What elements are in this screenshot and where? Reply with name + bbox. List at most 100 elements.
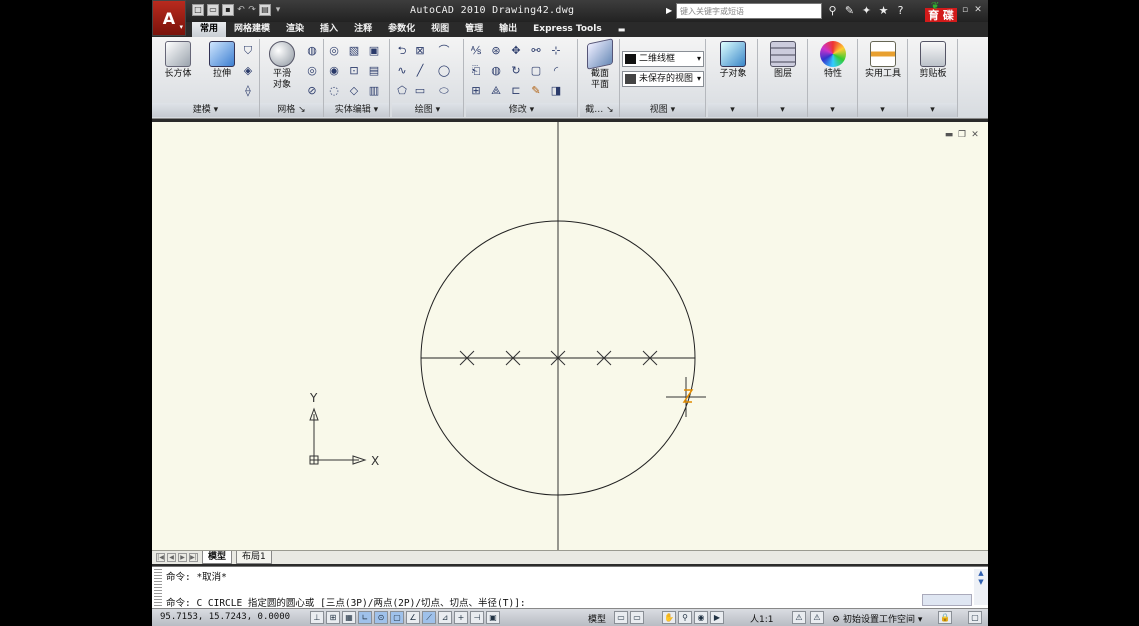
tools-icon[interactable]: ✦ bbox=[860, 4, 873, 17]
visual-style-select[interactable]: 二维线框 ▾ bbox=[622, 51, 704, 67]
offset-icon[interactable]: ▢ bbox=[528, 63, 544, 79]
help-icon[interactable]: ? bbox=[894, 4, 907, 17]
line-icon[interactable]: ╱ bbox=[412, 63, 428, 79]
annotation-visibility-icon[interactable]: ⚠ bbox=[792, 611, 806, 624]
layout-view2-icon[interactable]: ▭ bbox=[630, 611, 644, 624]
steering-wheel-icon[interactable]: ◉ bbox=[694, 611, 708, 624]
panel-view-label[interactable]: 视图 ▾ bbox=[620, 103, 705, 117]
panel-clipboard-dropdown[interactable]: ▾ bbox=[908, 103, 957, 117]
copy-icon[interactable]: ⚯ bbox=[528, 43, 544, 59]
clean-screen-icon[interactable]: ▢ bbox=[968, 611, 982, 624]
close-window-icon[interactable]: ✕ bbox=[973, 4, 983, 16]
extrude-faces-icon[interactable]: ▣ bbox=[366, 43, 382, 59]
tab-annotate[interactable]: 注释 bbox=[346, 22, 380, 37]
search-expand-icon[interactable]: ▶ bbox=[666, 4, 675, 18]
smooth-object-button[interactable]: 平滑 对象 bbox=[262, 41, 302, 91]
tab-insert[interactable]: 插入 bbox=[312, 22, 346, 37]
scale-icon[interactable]: ⟁ bbox=[488, 83, 504, 99]
panel-modeling-label[interactable]: 建模 ▾ bbox=[152, 103, 259, 117]
infer-constraints-icon[interactable]: ⊥ bbox=[310, 611, 324, 624]
tab-mesh-modeling[interactable]: 网格建模 bbox=[226, 22, 278, 37]
command-scrollbar[interactable]: ▲ ▼ bbox=[974, 569, 988, 605]
stretch-icon[interactable]: ⊏ bbox=[508, 83, 524, 99]
move-icon[interactable]: ✥ bbox=[508, 43, 524, 59]
panel-modify-label[interactable]: 修改 ▾ bbox=[466, 103, 577, 117]
grid-display-icon[interactable]: ▦ bbox=[342, 611, 356, 624]
panel-mesh-label[interactable]: 网格 ↘ bbox=[260, 103, 323, 117]
slice-icon[interactable]: ◇ bbox=[346, 83, 362, 99]
lock-ui-icon[interactable]: 🔒 bbox=[938, 611, 952, 624]
application-menu-button[interactable]: A ▾ bbox=[152, 0, 186, 36]
mesh-crease-icon[interactable]: ⊘ bbox=[304, 83, 320, 99]
box-button[interactable]: 长方体 bbox=[158, 41, 198, 80]
tab-express-tools[interactable]: Express Tools bbox=[525, 22, 610, 37]
3d-move-icon[interactable]: ⅍ bbox=[468, 43, 484, 59]
minimize-ribbon-icon[interactable]: ▬ bbox=[610, 22, 634, 37]
object-snap-tracking-icon[interactable]: ⟋ bbox=[422, 611, 436, 624]
polar-tracking-icon[interactable]: ⊙ bbox=[374, 611, 388, 624]
tab-parametric[interactable]: 参数化 bbox=[380, 22, 423, 37]
tab-manage[interactable]: 管理 bbox=[457, 22, 491, 37]
pan-icon[interactable]: ✋ bbox=[662, 611, 676, 624]
layers-button[interactable]: 图层 bbox=[763, 41, 803, 80]
restore-window-icon[interactable]: ▫ bbox=[960, 4, 970, 16]
panel-properties-dropdown[interactable]: ▾ bbox=[808, 103, 857, 117]
prev-layout-icon[interactable]: ◀ bbox=[167, 553, 176, 562]
utilities-button[interactable]: 实用工具 bbox=[863, 41, 903, 80]
union-icon[interactable]: ◎ bbox=[326, 43, 342, 59]
open-file-icon[interactable]: ▭ bbox=[207, 4, 219, 16]
clipboard-button[interactable]: 剪贴板 bbox=[913, 41, 953, 80]
panel-utilities-dropdown[interactable]: ▾ bbox=[858, 103, 907, 117]
tab-output[interactable]: 输出 bbox=[491, 22, 525, 37]
ortho-mode-icon[interactable]: ∟ bbox=[358, 611, 372, 624]
intersect-icon[interactable]: ◌ bbox=[326, 83, 342, 99]
subobject-button[interactable]: 子对象 bbox=[713, 41, 753, 80]
command-prompt[interactable]: 命令: C CIRCLE 指定圆的圆心或 [三点(3P)/两点(2P)/切点、切… bbox=[166, 595, 526, 609]
snap-mode-icon[interactable]: ⊞ bbox=[326, 611, 340, 624]
tab-render[interactable]: 渲染 bbox=[278, 22, 312, 37]
scroll-up-icon[interactable]: ▲ bbox=[974, 569, 988, 578]
layout-view-icon[interactable]: ▭ bbox=[614, 611, 628, 624]
rectangle-icon[interactable]: ▭ bbox=[412, 83, 428, 99]
extract-edges-icon[interactable]: ▧ bbox=[346, 43, 362, 59]
subtract-icon[interactable]: ◉ bbox=[326, 63, 342, 79]
explode-icon[interactable]: ◨ bbox=[548, 83, 564, 99]
erase-icon[interactable]: ✎ bbox=[528, 83, 544, 99]
undo-icon[interactable]: ↶ bbox=[237, 4, 245, 16]
tab-home[interactable]: 常用 bbox=[192, 22, 227, 37]
redo-icon[interactable]: ↷ bbox=[248, 4, 256, 16]
object-snap-icon[interactable]: ▢ bbox=[390, 611, 404, 624]
rotate-icon[interactable]: ↻ bbox=[508, 63, 524, 79]
properties-button[interactable]: 特性 bbox=[813, 41, 853, 80]
first-layout-icon[interactable]: |◀ bbox=[156, 553, 165, 562]
quick-properties-icon[interactable]: ▣ bbox=[486, 611, 500, 624]
drawing-canvas[interactable]: ▬ ❐ ✕ X Y bbox=[152, 122, 988, 550]
model-space-toggle[interactable]: 模型 bbox=[588, 612, 606, 625]
panel-section-label[interactable]: 截… ↘ bbox=[580, 103, 619, 117]
polyline-icon[interactable]: ⮌ bbox=[394, 43, 410, 59]
new-file-icon[interactable]: □ bbox=[192, 4, 204, 16]
coordinates-readout[interactable]: 95.7153, 15.7243, 0.0000 bbox=[160, 612, 290, 622]
mesh-refine-icon[interactable]: ◎ bbox=[304, 63, 320, 79]
3d-object-snap-icon[interactable]: ∠ bbox=[406, 611, 420, 624]
panel-draw-label[interactable]: 绘图 ▾ bbox=[392, 103, 463, 117]
print-icon[interactable]: ▤ bbox=[259, 4, 271, 16]
command-line-grip[interactable] bbox=[154, 569, 162, 607]
zoom-icon[interactable]: ⚲ bbox=[678, 611, 692, 624]
lineweight-icon[interactable]: ⊣ bbox=[470, 611, 484, 624]
polygon-icon[interactable]: ⬠ bbox=[394, 83, 410, 99]
annotation-scale-select[interactable]: 人1:1 bbox=[750, 612, 774, 625]
tab-layout1[interactable]: 布局1 bbox=[236, 551, 272, 564]
extrude-button[interactable]: 拉伸 bbox=[202, 41, 242, 80]
panel-layers-dropdown[interactable]: ▾ bbox=[758, 103, 807, 117]
tab-model[interactable]: 模型 bbox=[202, 551, 233, 564]
3d-mirror-icon[interactable]: ⊞ bbox=[468, 83, 484, 99]
circle-icon[interactable]: ◯ bbox=[436, 63, 452, 79]
3d-array-icon[interactable]: ◍ bbox=[488, 63, 504, 79]
communication-icon[interactable]: ✎ bbox=[843, 4, 856, 17]
tab-view[interactable]: 视图 bbox=[423, 22, 457, 37]
presspull-icon[interactable]: ◈ bbox=[240, 63, 256, 79]
mesh-smooth-more-icon[interactable]: ◍ bbox=[304, 43, 320, 59]
separate-icon[interactable]: ⊡ bbox=[346, 63, 362, 79]
fillet-icon[interactable]: ◜ bbox=[548, 63, 564, 79]
